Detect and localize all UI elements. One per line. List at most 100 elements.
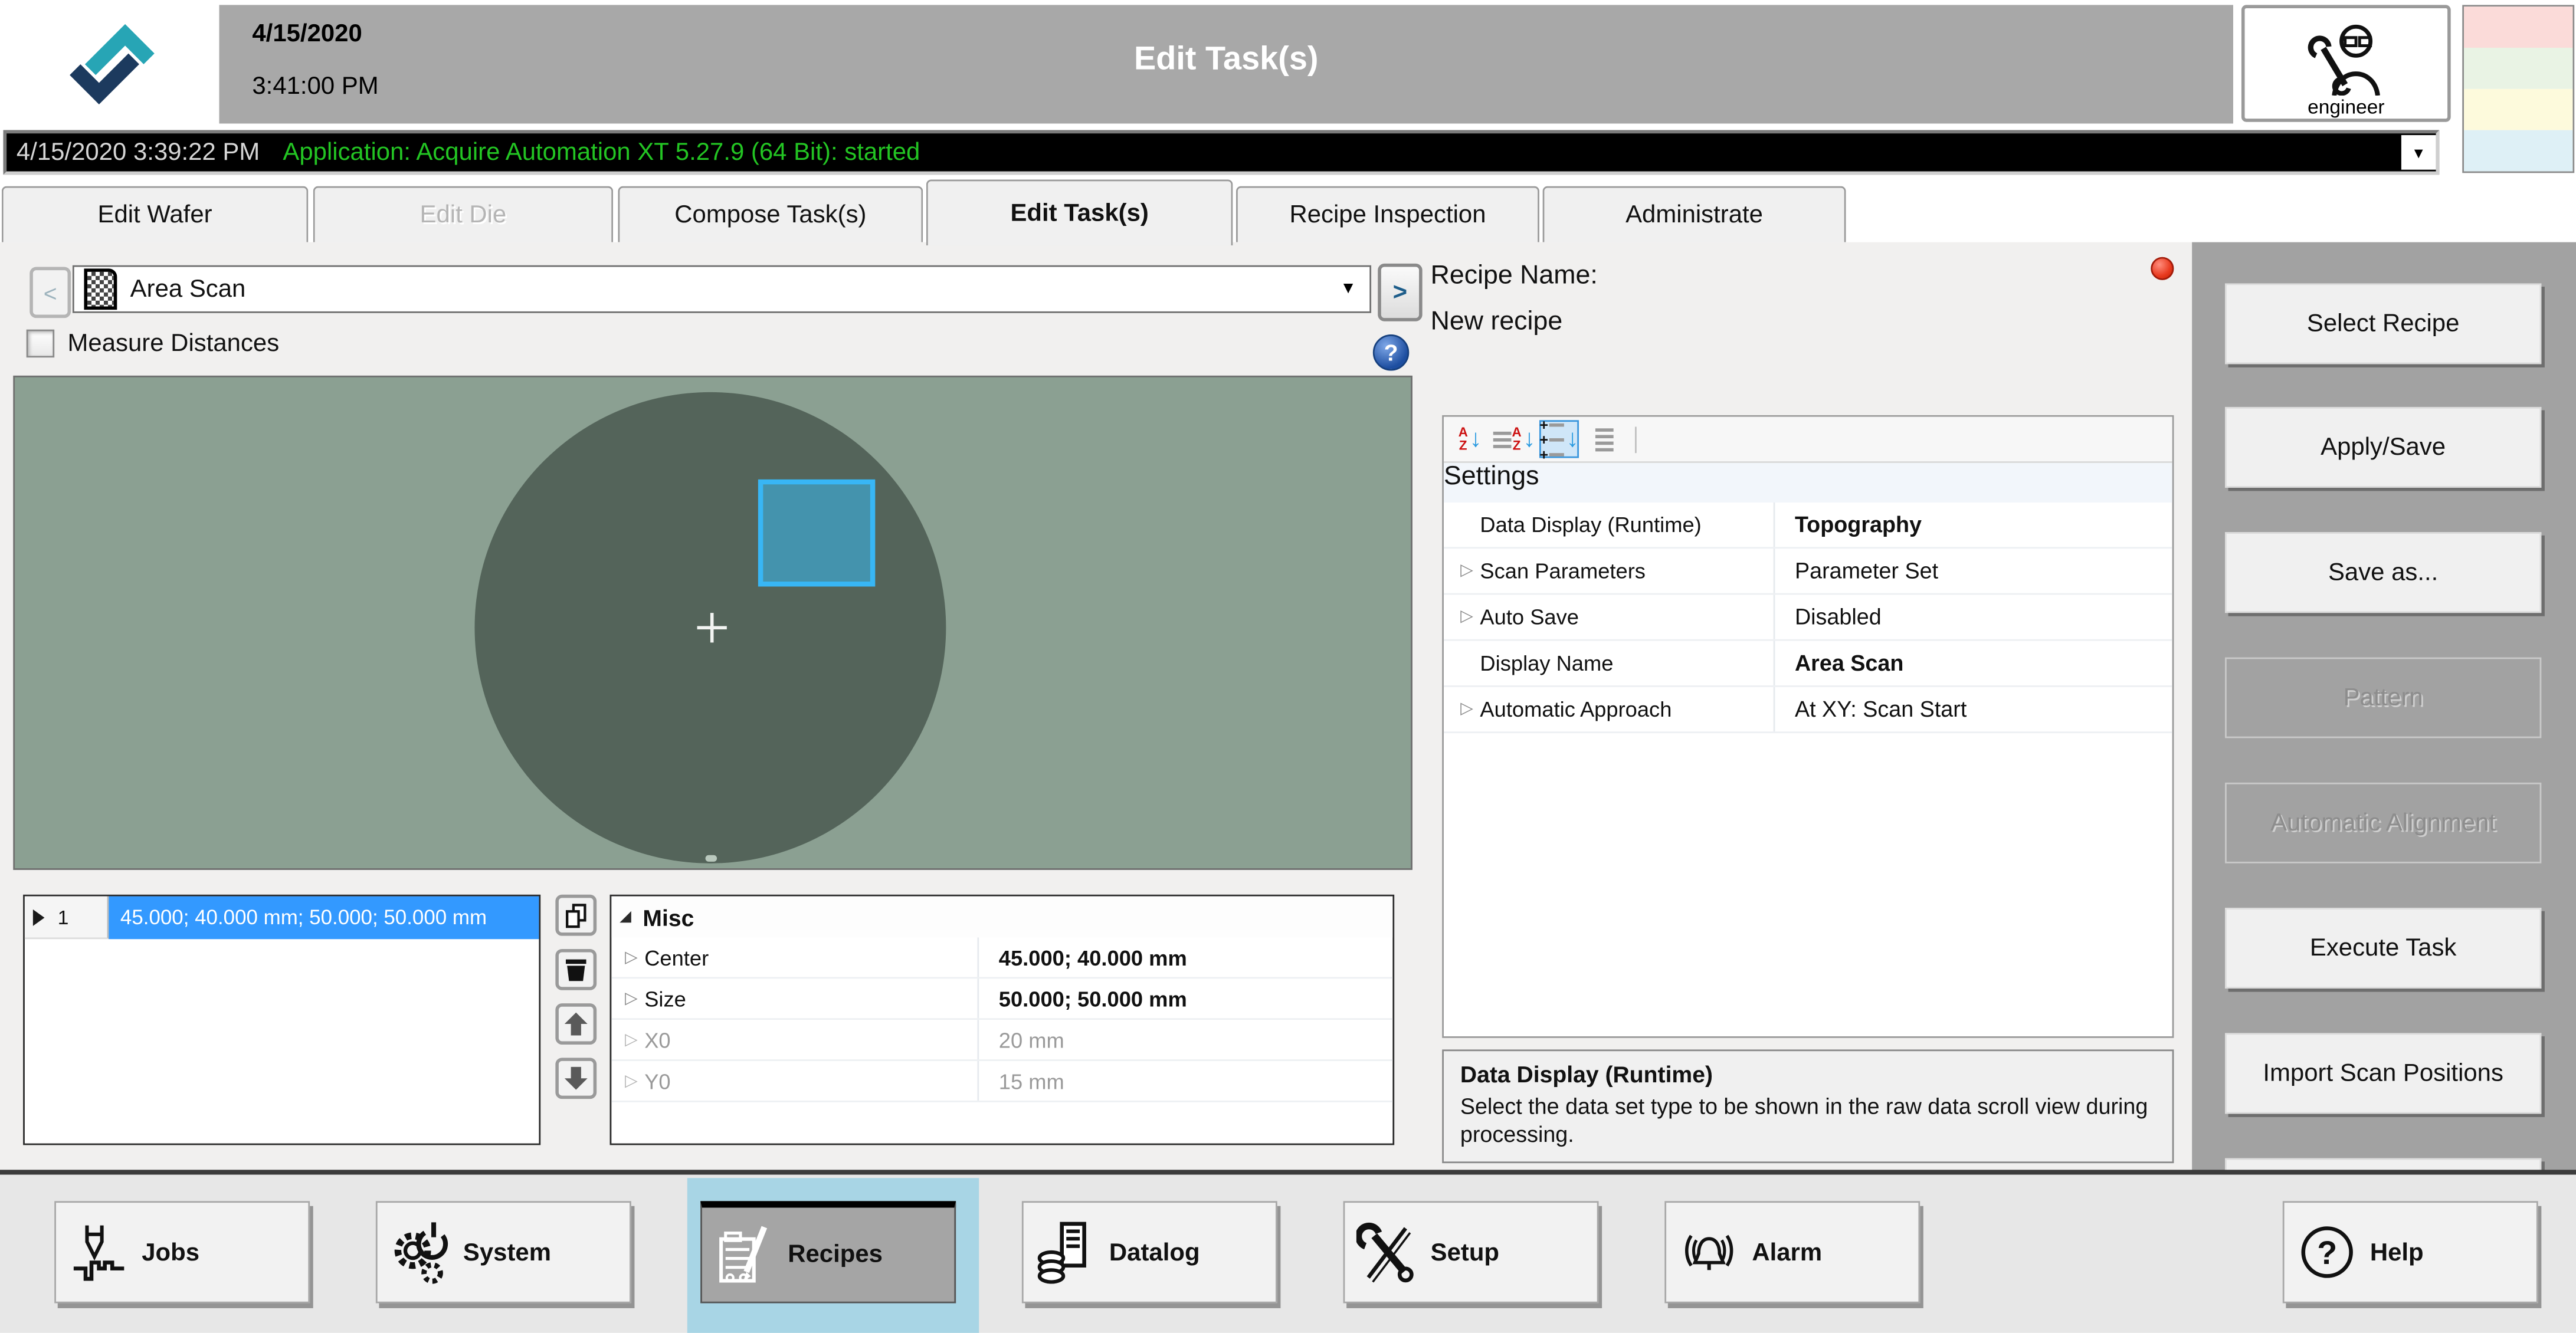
nav-setup-button[interactable]: Setup (1343, 1201, 1599, 1303)
apply-save-button[interactable]: Apply/Save (2225, 407, 2541, 488)
task-type-selected: Area Scan (130, 275, 246, 303)
plain-list-icon[interactable] (1584, 420, 1623, 458)
property-row-center[interactable]: ▷ Center 45.000; 40.000 mm (611, 937, 1392, 979)
expander-icon[interactable]: ▷ (618, 1072, 645, 1090)
tab-administrate[interactable]: Administrate (1543, 186, 1846, 242)
property-value[interactable]: 45.000; 40.000 mm (979, 945, 1187, 970)
settings-category-label: Settings (1444, 463, 1539, 491)
task-next-button[interactable]: > (1378, 264, 1422, 321)
scan-position-row[interactable]: 1 45.000; 40.000 mm; 50.000; 50.000 mm (25, 897, 539, 940)
nav-alarm-button[interactable]: Alarm (1664, 1201, 1920, 1303)
wafer-notch (706, 855, 717, 862)
measure-distances-label: Measure Distances (68, 330, 280, 357)
wafer-map-view[interactable] (13, 376, 1412, 870)
property-row-x0[interactable]: ▷ X0 20 mm (611, 1020, 1392, 1061)
setting-row-data-display[interactable]: Data Display (Runtime) Topography (1444, 503, 2172, 549)
combo-dropdown-arrow-icon: ▼ (1340, 280, 1356, 298)
sort-alphabetical-icon[interactable]: AZ↓ (1450, 420, 1490, 458)
setting-value[interactable]: Parameter Set (1775, 559, 1938, 583)
nav-jobs-button[interactable]: Jobs (54, 1201, 310, 1303)
measure-distances-row: Measure Distances (27, 330, 279, 357)
legend-yellow (2464, 89, 2572, 130)
property-label: Y0 (644, 1068, 670, 1093)
sort-alphabetical-categorized-icon[interactable]: AZ↓ (1495, 420, 1535, 458)
help-question-icon[interactable]: ? (1373, 334, 1409, 370)
property-row-y0[interactable]: ▷ Y0 15 mm (611, 1061, 1392, 1102)
scan-area-rect[interactable] (758, 480, 875, 587)
setting-row-display-name[interactable]: Display Name Area Scan (1444, 641, 2172, 687)
description-title: Data Display (Runtime) (1460, 1061, 2156, 1088)
misc-property-grid[interactable]: Misc ▷ Center 45.000; 40.000 mm ▷ Size 5… (610, 895, 1395, 1145)
nav-recipes-button[interactable]: Recipes (700, 1201, 956, 1303)
task-type-combobox[interactable]: Area Scan ▼ (73, 265, 1371, 313)
expander-icon[interactable]: ▷ (618, 989, 645, 1007)
trash-icon (562, 956, 590, 983)
setting-value[interactable]: At XY: Scan Start (1775, 697, 1967, 722)
select-recipe-button[interactable]: Select Recipe (2225, 283, 2541, 364)
property-row-size[interactable]: ▷ Size 50.000; 50.000 mm (611, 979, 1392, 1020)
engineer-icon (2303, 23, 2389, 96)
notebook-pencil-icon (714, 1220, 776, 1289)
nav-label: Datalog (1109, 1238, 1200, 1266)
legend-green (2464, 48, 2572, 89)
status-log-bar[interactable]: 4/15/2020 3:39:22 PM Application: Acquir… (4, 130, 2440, 175)
arrow-down-icon (562, 1064, 590, 1092)
title-bar: 4/15/2020 3:41:00 PM Edit Task(s) (219, 5, 2233, 123)
scan-position-list[interactable]: 1 45.000; 40.000 mm; 50.000; 50.000 mm (23, 895, 540, 1145)
copy-position-button[interactable] (555, 895, 597, 936)
probe-signal-icon (69, 1219, 129, 1285)
categorized-view-icon[interactable]: + + + ↓ (1539, 420, 1579, 458)
setting-row-scan-parameters[interactable]: ▷ Scan Parameters Parameter Set (1444, 549, 2172, 595)
expander-icon[interactable]: ▷ (1454, 700, 1480, 718)
move-down-button[interactable] (555, 1058, 597, 1099)
execute-task-button[interactable]: Execute Task (2225, 908, 2541, 989)
misc-category-header[interactable]: Misc (611, 897, 1392, 938)
expander-icon[interactable]: ▷ (1454, 562, 1480, 580)
arrow-up-icon (562, 1010, 590, 1037)
expander-icon[interactable]: ▷ (618, 1030, 645, 1049)
row-index: 1 (58, 905, 69, 928)
measure-distances-checkbox[interactable] (27, 330, 54, 357)
setting-value[interactable]: Area Scan (1775, 651, 1903, 675)
tab-edit-tasks[interactable]: Edit Task(s) (926, 179, 1233, 245)
expander-icon[interactable]: ▷ (618, 948, 645, 967)
collapse-triangle-icon (620, 911, 631, 923)
status-timestamp: 4/15/2020 3:39:22 PM (17, 139, 260, 166)
tab-compose-tasks[interactable]: Compose Task(s) (618, 186, 923, 242)
question-mark-icon: ? (2296, 1219, 2358, 1285)
setting-value[interactable]: Topography (1775, 513, 1922, 537)
row-pointer-icon (33, 909, 45, 925)
tab-recipe-inspection[interactable]: Recipe Inspection (1236, 186, 1539, 242)
setting-row-auto-save[interactable]: ▷ Auto Save Disabled (1444, 595, 2172, 641)
nav-system-button[interactable]: System (376, 1201, 631, 1303)
company-logo (53, 10, 171, 119)
recipe-name-value: New recipe (1431, 308, 1563, 337)
status-message: Application: Acquire Automation XT 5.27.… (283, 139, 920, 166)
delete-position-button[interactable] (555, 949, 597, 990)
legend-blue (2464, 130, 2572, 172)
nav-help-button[interactable]: ? Help (2283, 1201, 2538, 1303)
save-as-button[interactable]: Save as... (2225, 532, 2541, 613)
property-value: 20 mm (979, 1027, 1064, 1052)
nav-label: Jobs (142, 1238, 199, 1266)
setting-value[interactable]: Disabled (1775, 605, 1881, 629)
acquire-automation-window: 4/15/2020 3:41:00 PM Edit Task(s) engine… (0, 0, 2576, 1333)
status-dropdown-arrow-icon[interactable]: ▼ (2401, 135, 2436, 170)
settings-category-header[interactable]: Settings (1444, 463, 2172, 503)
user-engineer-button[interactable]: engineer (2241, 5, 2451, 122)
task-prev-button[interactable]: < (30, 267, 71, 319)
scan-task-icon (84, 268, 117, 310)
tab-edit-wafer[interactable]: Edit Wafer (2, 186, 309, 242)
property-value: 15 mm (979, 1068, 1064, 1093)
task-settings-panel: AZ↓ AZ↓ + + + ↓ (1442, 415, 2174, 1038)
import-scan-positions-button[interactable]: Import Scan Positions (2225, 1033, 2541, 1114)
property-value[interactable]: 50.000; 50.000 mm (979, 986, 1187, 1011)
property-grid-toolbar: AZ↓ AZ↓ + + + ↓ (1444, 417, 2172, 463)
property-label: Center (644, 945, 709, 970)
misc-category-label: Misc (643, 904, 694, 930)
setting-row-automatic-approach[interactable]: ▷ Automatic Approach At XY: Scan Start (1444, 687, 2172, 733)
move-up-button[interactable] (555, 1003, 597, 1045)
expander-icon[interactable]: ▷ (1454, 608, 1480, 626)
nav-label: Recipes (788, 1240, 883, 1268)
nav-datalog-button[interactable]: Datalog (1022, 1201, 1277, 1303)
